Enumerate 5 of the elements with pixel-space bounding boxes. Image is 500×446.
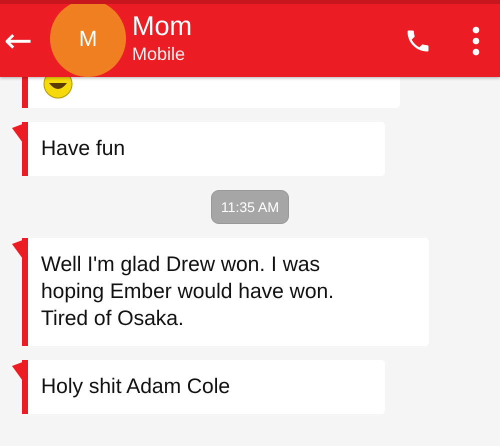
back-button[interactable]: ← (0, 24, 50, 58)
timestamp: 11:35 AM (210, 190, 290, 224)
more-options-icon[interactable] (472, 26, 480, 56)
contact-name: Mom (132, 10, 193, 42)
contact-subtitle: Mobile (132, 42, 186, 66)
